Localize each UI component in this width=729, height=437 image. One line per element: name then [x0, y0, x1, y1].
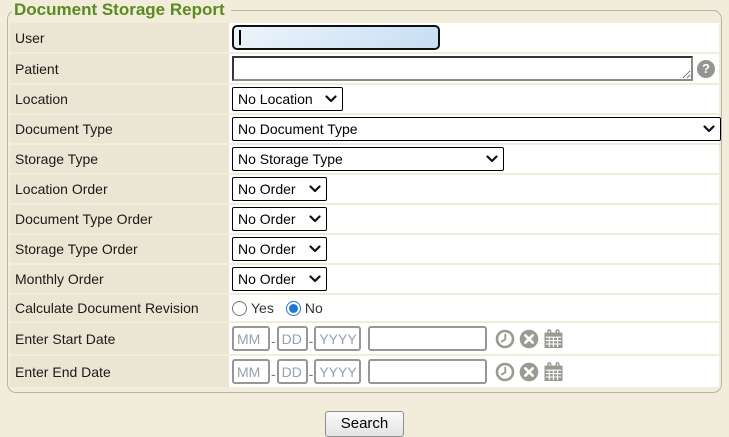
calendar-icon[interactable]: [543, 362, 564, 382]
end-date-time-input[interactable]: [368, 359, 487, 384]
question-circle-icon[interactable]: ?: [697, 60, 715, 78]
x-circle-icon[interactable]: [519, 362, 539, 382]
monthly-order-select[interactable]: No Order: [232, 267, 327, 291]
revision-no-radio[interactable]: [286, 301, 301, 316]
start-date-day-input[interactable]: [277, 326, 308, 351]
x-circle-icon[interactable]: [519, 329, 539, 349]
text-cursor: [239, 30, 241, 45]
start-date-time-input[interactable]: [368, 326, 487, 351]
location-order-label: Location Order: [10, 175, 229, 203]
user-input[interactable]: [232, 25, 440, 50]
row-location: Location No Location: [10, 85, 719, 113]
end-date-label: Enter End Date: [10, 356, 229, 387]
start-date-month-input[interactable]: [232, 326, 270, 351]
end-date-month-input[interactable]: [232, 359, 270, 384]
storage-type-order-select[interactable]: No Order: [232, 237, 327, 261]
start-date-label: Enter Start Date: [10, 323, 229, 354]
revision-yes-label: Yes: [251, 300, 274, 316]
location-label: Location: [10, 85, 229, 113]
patient-label: Patient: [10, 54, 229, 83]
row-user: User: [10, 23, 719, 52]
page-title: Document Storage Report: [12, 0, 231, 20]
patient-input[interactable]: [232, 56, 693, 81]
location-select[interactable]: No Location: [232, 87, 343, 111]
start-date-year-input[interactable]: [314, 326, 361, 351]
search-button[interactable]: Search: [325, 411, 405, 437]
row-start-date: Enter Start Date - -: [10, 323, 719, 354]
calculate-document-revision-label: Calculate Document Revision: [10, 295, 229, 321]
row-location-order: Location Order No Order: [10, 175, 719, 203]
storage-type-label: Storage Type: [10, 145, 229, 173]
date-separator: -: [271, 366, 276, 382]
date-separator: -: [309, 333, 314, 349]
document-type-order-select[interactable]: No Order: [232, 207, 327, 231]
monthly-order-label: Monthly Order: [10, 265, 229, 293]
calendar-icon[interactable]: [543, 329, 564, 349]
row-monthly-order: Monthly Order No Order: [10, 265, 719, 293]
row-storage-type: Storage Type No Storage Type: [10, 145, 719, 173]
document-type-order-label: Document Type Order: [10, 205, 229, 233]
storage-type-select[interactable]: No Storage Type: [232, 147, 504, 171]
report-fieldset: Document Storage Report User Patient ? L…: [7, 0, 722, 393]
clock-icon[interactable]: [495, 329, 515, 349]
revision-no-label: No: [305, 300, 323, 316]
date-separator: -: [271, 333, 276, 349]
page: { "colors": { "page_background": "#f2edd…: [0, 0, 729, 428]
date-separator: -: [309, 366, 314, 382]
document-type-select[interactable]: No Document Type: [232, 117, 721, 141]
user-label: User: [10, 23, 229, 52]
row-storage-type-order: Storage Type Order No Order: [10, 235, 719, 263]
row-patient: Patient ?: [10, 54, 719, 83]
location-order-select[interactable]: No Order: [232, 177, 327, 201]
row-document-type-order: Document Type Order No Order: [10, 205, 719, 233]
clock-icon[interactable]: [495, 362, 515, 382]
revision-yes-radio[interactable]: [232, 301, 247, 316]
end-date-year-input[interactable]: [314, 359, 361, 384]
row-calculate-document-revision: Calculate Document Revision Yes No: [10, 295, 719, 321]
storage-type-order-label: Storage Type Order: [10, 235, 229, 263]
report-form: User Patient ? Location No Location: [10, 21, 719, 389]
document-type-label: Document Type: [10, 115, 229, 143]
row-end-date: Enter End Date - -: [10, 356, 719, 387]
end-date-day-input[interactable]: [277, 359, 308, 384]
row-document-type: Document Type No Document Type: [10, 115, 719, 143]
